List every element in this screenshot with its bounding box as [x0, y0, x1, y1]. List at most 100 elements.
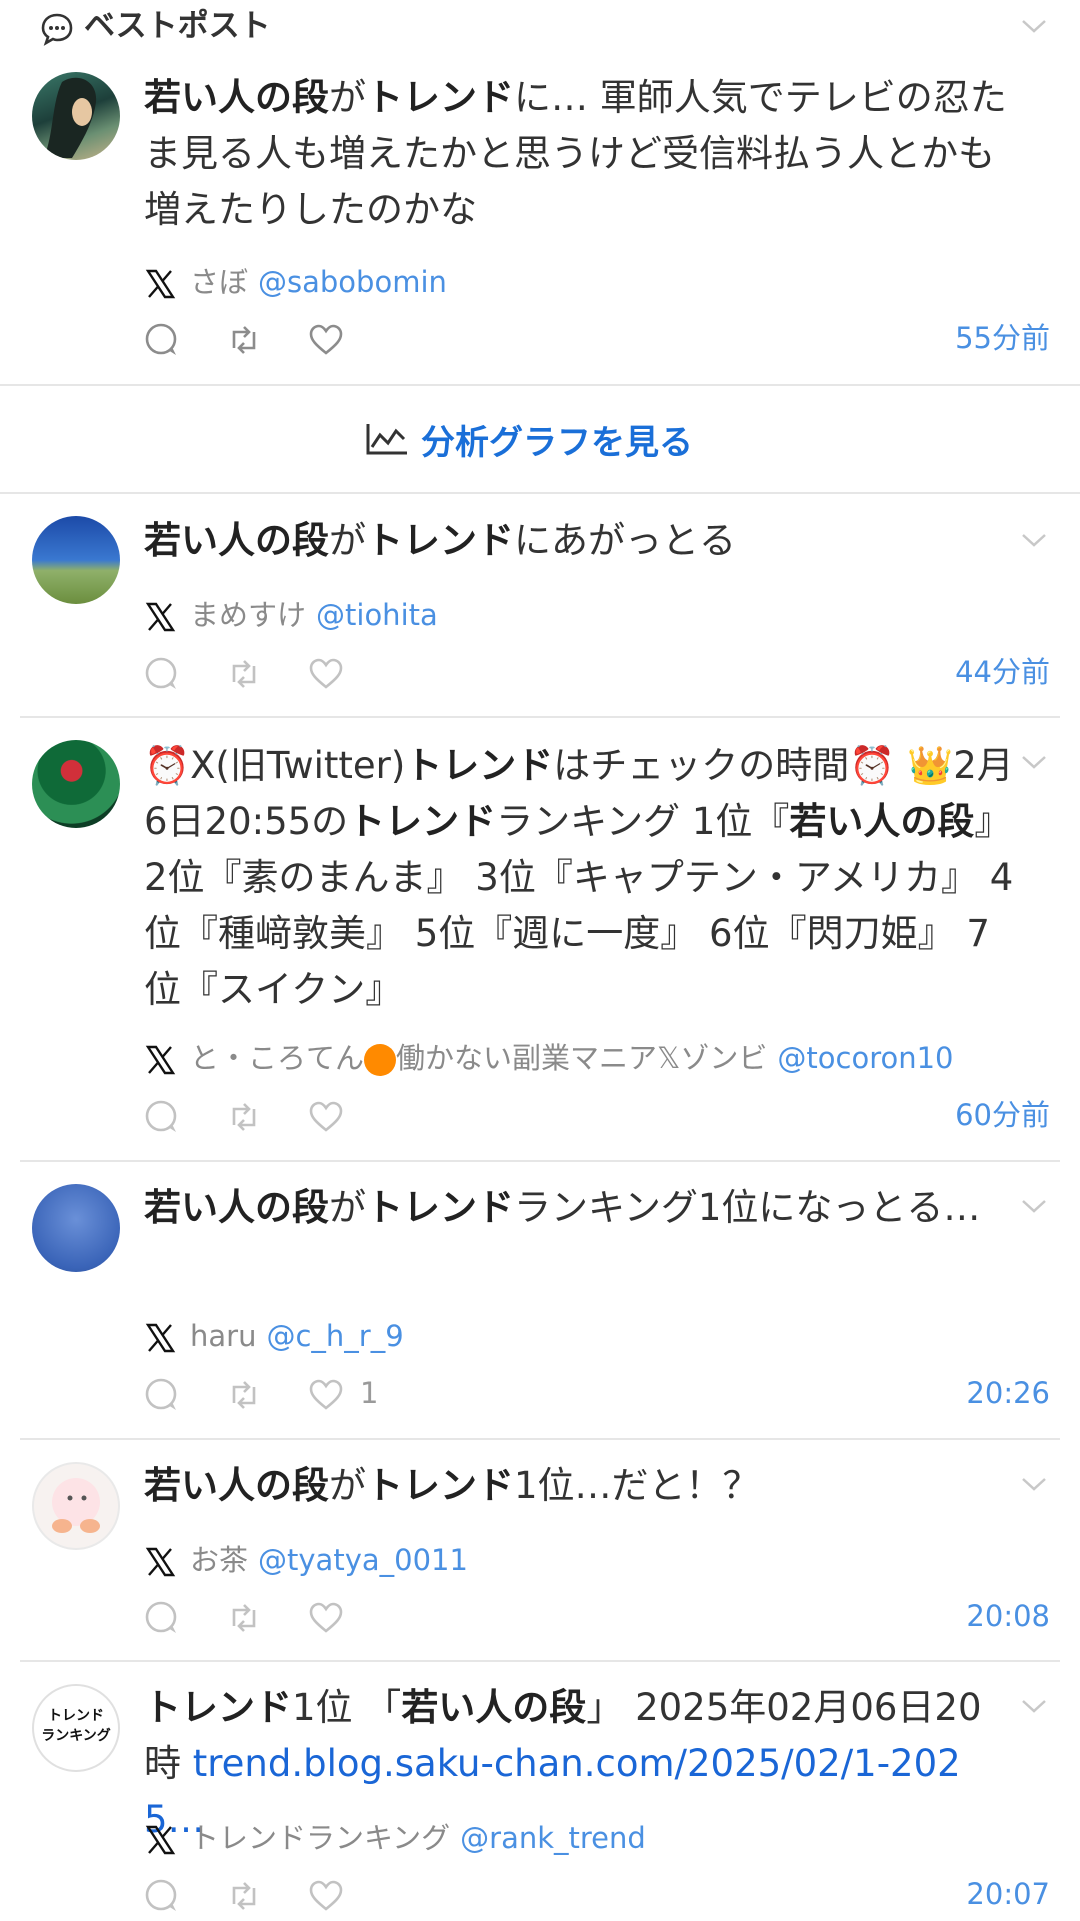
- author-handle[interactable]: @rank_trend: [460, 1821, 646, 1855]
- best-posts-header: ベストポスト: [0, 0, 1080, 56]
- heart-icon[interactable]: [308, 1878, 344, 1914]
- post-author[interactable]: トレンドランキング @rank_trend: [144, 1818, 646, 1858]
- post-text-segment: が: [329, 519, 366, 562]
- divider: [20, 1660, 1060, 1662]
- author-name: お茶: [190, 1543, 249, 1577]
- post-text-segment: ランキング 1位『: [496, 800, 790, 843]
- author-handle[interactable]: @c_h_r_9: [266, 1319, 403, 1353]
- divider: [20, 1438, 1060, 1440]
- post-time[interactable]: 44分前: [955, 652, 1050, 692]
- author-name: トレンドランキング: [190, 1821, 451, 1855]
- post-author[interactable]: お茶 @tyatya_0011: [144, 1540, 468, 1580]
- analysis-graph-button[interactable]: 分析グラフを見る: [0, 386, 1080, 492]
- x-logo-icon: [145, 269, 176, 299]
- author-name-suffix: 働かない副業マニア𝕏ゾンビ: [396, 1041, 768, 1075]
- reply-icon[interactable]: [144, 1377, 180, 1413]
- orange-circle-icon: [364, 1044, 397, 1076]
- author-handle[interactable]: @tocoron10: [777, 1041, 953, 1075]
- post-time[interactable]: 20:07: [966, 1874, 1050, 1914]
- repost-icon[interactable]: [226, 322, 262, 358]
- divider: [20, 1160, 1060, 1162]
- highlight-keyword: トレンド: [144, 1686, 292, 1729]
- reply-icon[interactable]: [144, 656, 180, 692]
- post-text: 若い人の段がトレンド1位…だと！？: [144, 1458, 1014, 1514]
- avatar[interactable]: [32, 1184, 120, 1272]
- repost-icon[interactable]: [226, 1600, 262, 1636]
- post-text-segment: が: [329, 1464, 366, 1507]
- divider: [20, 716, 1060, 718]
- post-text-segment: 1位…だと！？: [514, 1464, 760, 1507]
- x-logo-icon: [145, 1045, 176, 1075]
- post-author[interactable]: haru @c_h_r_9: [144, 1316, 404, 1356]
- highlight-keyword: 若い人の段: [144, 519, 329, 562]
- author-name: さぼ: [190, 265, 249, 299]
- author-handle[interactable]: @tyatya_0011: [258, 1543, 468, 1577]
- author-handle[interactable]: @tiohita: [316, 598, 438, 632]
- post-author[interactable]: と・ころてん 働かない副業マニア𝕏ゾンビ @tocoron10: [144, 1038, 954, 1078]
- reply-icon[interactable]: [144, 1878, 180, 1914]
- post-text: 若い人の段がトレンドにあがっとる: [144, 513, 1014, 569]
- like-count: 1: [360, 1376, 379, 1410]
- post-author[interactable]: まめすけ @tiohita: [144, 595, 438, 635]
- highlight-keyword: 若い人の段: [401, 1686, 587, 1729]
- analysis-graph-label: 分析グラフを見る: [421, 422, 693, 463]
- post-text: 若い人の段がトレンドに… 軍師人気でテレビの忍たま見る人も増えたかと思うけど受信…: [144, 70, 1014, 238]
- best-posts-title: ベストポスト: [84, 8, 271, 44]
- x-logo-icon: [145, 602, 176, 632]
- highlight-keyword: トレンド: [348, 800, 497, 843]
- repost-icon[interactable]: [226, 1878, 262, 1914]
- speech-bubble-icon: [41, 13, 73, 46]
- post-text: ⏰X(旧Twitter)トレンドはチェックの時間⏰ 👑2月6日20:55のトレン…: [144, 738, 1014, 1018]
- heart-icon[interactable]: [308, 322, 344, 358]
- heart-icon[interactable]: [308, 1099, 344, 1135]
- reply-icon[interactable]: [144, 1099, 180, 1135]
- highlight-keyword: トレンド: [366, 519, 514, 562]
- reply-icon[interactable]: [144, 322, 180, 358]
- post-text: 若い人の段がトレンドランキング1位になっとる…: [144, 1180, 1014, 1236]
- chevron-down-icon[interactable]: [1020, 1196, 1048, 1216]
- heart-icon[interactable]: [308, 1377, 344, 1413]
- post-text-segment: 1位 「: [292, 1686, 402, 1729]
- highlight-keyword: 若い人の段: [144, 1186, 329, 1229]
- x-logo-icon: [145, 1825, 176, 1855]
- chevron-down-icon[interactable]: [1020, 1474, 1048, 1494]
- line-chart-icon: [366, 424, 407, 455]
- heart-icon[interactable]: [308, 1600, 344, 1636]
- chevron-down-icon[interactable]: [1020, 752, 1048, 772]
- post-time[interactable]: 20:26: [966, 1373, 1050, 1413]
- author-name: と・ころてん: [190, 1041, 365, 1075]
- repost-icon[interactable]: [226, 656, 262, 692]
- avatar[interactable]: [32, 516, 120, 604]
- avatar[interactable]: [32, 740, 120, 828]
- repost-icon[interactable]: [226, 1099, 262, 1135]
- trend-posts-page: ベストポスト 若い人の段がトレンドに… 軍師人気でテレビの忍たま見る人も増えたか…: [0, 0, 1080, 1921]
- chevron-down-icon[interactable]: [1020, 16, 1048, 36]
- reply-icon[interactable]: [144, 1600, 180, 1636]
- post-time[interactable]: 60分前: [955, 1095, 1050, 1135]
- highlight-keyword: 若い人の段: [144, 76, 329, 119]
- highlight-keyword: 若い人の段: [789, 800, 975, 843]
- post-author[interactable]: さぼ @sabobomin: [144, 262, 447, 302]
- post-time[interactable]: 55分前: [955, 318, 1050, 358]
- author-handle[interactable]: @sabobomin: [258, 265, 447, 299]
- avatar[interactable]: [32, 72, 120, 160]
- post-text-segment: にあがっとる: [514, 519, 736, 562]
- heart-icon[interactable]: [308, 656, 344, 692]
- highlight-keyword: トレンド: [366, 1186, 514, 1229]
- author-name: haru: [190, 1319, 257, 1353]
- repost-icon[interactable]: [226, 1377, 262, 1413]
- chevron-down-icon[interactable]: [1020, 1696, 1048, 1716]
- highlight-keyword: 若い人の段: [144, 1464, 329, 1507]
- highlight-keyword: トレンド: [366, 1464, 514, 1507]
- avatar[interactable]: トレンド ランキング: [32, 1684, 120, 1772]
- avatar[interactable]: [32, 1462, 120, 1550]
- highlight-keyword: トレンド: [366, 76, 514, 119]
- post-text-segment: ⏰X(旧Twitter): [144, 744, 406, 787]
- divider: [0, 492, 1080, 494]
- post-text-segment: が: [329, 1186, 366, 1229]
- chevron-down-icon[interactable]: [1020, 530, 1048, 550]
- highlight-keyword: トレンド: [405, 744, 554, 787]
- post-text-segment: が: [329, 76, 366, 119]
- post-time[interactable]: 20:08: [966, 1596, 1050, 1636]
- author-name: まめすけ: [190, 598, 307, 632]
